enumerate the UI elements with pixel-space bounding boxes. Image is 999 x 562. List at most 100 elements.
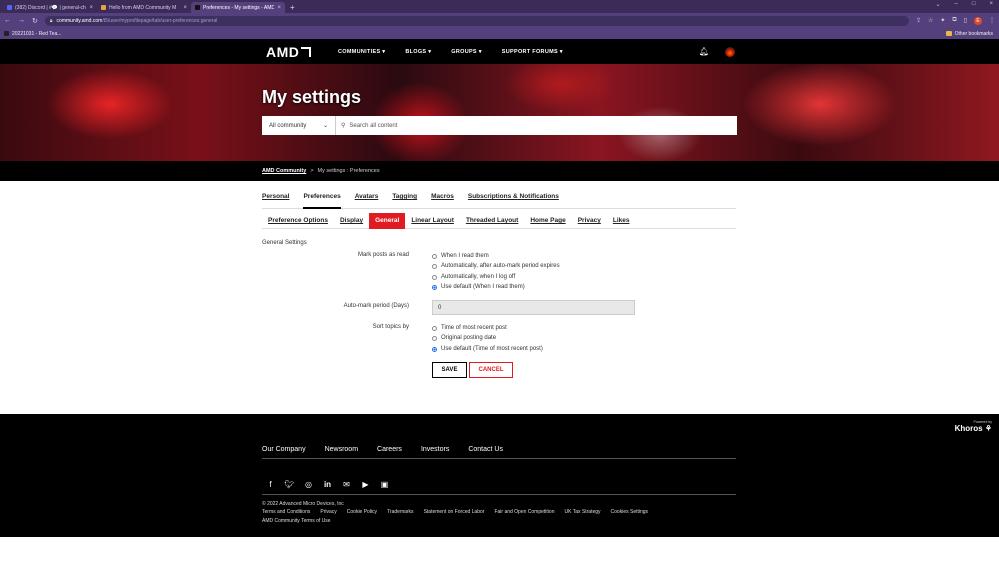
email-icon[interactable]: ✉	[342, 480, 351, 489]
nav-blogs[interactable]: BLOGS ▾	[405, 49, 431, 55]
radio-button[interactable]	[432, 253, 437, 259]
other-bookmarks[interactable]: Other bookmarks	[945, 31, 993, 37]
sort-option[interactable]: Original posting date	[432, 335, 496, 341]
legal-link[interactable]: Trademarks	[387, 509, 414, 515]
header-actions: 🔔︎	[699, 46, 735, 57]
breadcrumb-separator: >	[310, 168, 314, 174]
tab-subscriptions[interactable]: Subscriptions & Notifications	[468, 193, 559, 209]
mark-option[interactable]: Automatically, after auto-mark period ex…	[432, 263, 560, 269]
browser-tab[interactable]: Hello from AMD Community M ×	[97, 2, 191, 13]
auto-mark-period-input[interactable]: 0	[432, 300, 635, 315]
mark-option[interactable]: Automatically, when I log off	[432, 274, 515, 280]
save-button[interactable]: SAVE	[432, 362, 467, 378]
mark-option[interactable]: Use default (When I read them)	[432, 284, 525, 290]
breadcrumb-root-link[interactable]: AMD Community	[262, 168, 306, 174]
tab-avatars[interactable]: Avatars	[355, 193, 379, 209]
footer-link-careers[interactable]: Careers	[377, 446, 402, 453]
profile-avatar[interactable]: E	[974, 16, 982, 25]
back-icon[interactable]: ←	[4, 17, 11, 24]
breadcrumb: AMD Community > My settings : Preference…	[0, 161, 999, 181]
radio-button[interactable]	[432, 325, 437, 331]
footer-link-contact-us[interactable]: Contact Us	[468, 446, 503, 453]
forward-icon[interactable]: →	[18, 17, 25, 24]
legal-link[interactable]: UK Tax Strategy	[564, 509, 600, 515]
close-tab-icon[interactable]: ×	[89, 5, 93, 11]
chevron-down-icon: ⌄	[322, 123, 328, 129]
amd-favicon-icon	[101, 5, 106, 10]
subtab-linear-layout[interactable]: Linear Layout	[405, 213, 460, 229]
footer-link-newsroom[interactable]: Newsroom	[325, 446, 358, 453]
radio-button-selected[interactable]	[432, 284, 437, 290]
radio-button[interactable]	[432, 335, 437, 341]
extensions-puzzle-icon[interactable]: ⧉	[952, 17, 956, 24]
star-icon[interactable]: ☆	[928, 17, 933, 24]
tab-macros[interactable]: Macros	[431, 193, 454, 209]
linkedin-icon[interactable]: in	[323, 480, 332, 489]
browser-tab-active[interactable]: Preferences - My settings - AMD ×	[191, 2, 285, 13]
share-icon[interactable]: ⇪	[916, 17, 921, 24]
bookmark-item[interactable]: 20221031 - Red Tea...	[12, 31, 61, 37]
nav-groups[interactable]: GROUPS ▾	[451, 49, 482, 55]
community-terms-link[interactable]: AMD Community Terms of Use	[262, 518, 331, 524]
minimize-icon[interactable]: –	[955, 1, 958, 8]
discord-favicon-icon	[7, 5, 12, 10]
reload-icon[interactable]: ↻	[32, 17, 38, 25]
sort-option[interactable]: Use default (Time of most recent post)	[432, 346, 543, 352]
instagram-icon[interactable]: ◎	[304, 480, 313, 489]
facebook-icon[interactable]: f	[266, 480, 275, 489]
user-avatar[interactable]	[725, 46, 735, 57]
search-icon: ⚲	[341, 123, 346, 129]
subtab-preference-options[interactable]: Preference Options	[262, 213, 334, 229]
subtab-general[interactable]: General	[369, 212, 406, 229]
legal-link[interactable]: Statement on Forced Labor	[424, 509, 485, 515]
legal-link[interactable]: Fair and Open Competition	[494, 509, 554, 515]
extension-icon[interactable]: ✦	[940, 17, 945, 24]
radio-button[interactable]	[432, 263, 437, 269]
cancel-button[interactable]: CANCEL	[469, 362, 513, 378]
tab-tagging[interactable]: Tagging	[392, 193, 417, 209]
close-tab-icon[interactable]: ×	[277, 5, 281, 11]
subtab-likes[interactable]: Likes	[607, 213, 636, 229]
powered-by-khoros[interactable]: Powered by Khoros ⚘	[955, 420, 992, 433]
legal-link[interactable]: Privacy	[320, 509, 336, 515]
subtab-threaded-layout[interactable]: Threaded Layout	[460, 213, 524, 229]
mark-option[interactable]: When I read them	[432, 253, 489, 259]
youtube-icon[interactable]: ▶	[361, 480, 370, 489]
sidebar-icon[interactable]: ▯	[964, 17, 967, 24]
legal-link[interactable]: Terms and Conditions	[262, 509, 310, 515]
khoros-mark-icon: ⚘	[984, 424, 992, 433]
bell-icon[interactable]: 🔔︎	[699, 47, 709, 56]
close-window-icon[interactable]: ×	[989, 1, 993, 8]
twitter-icon[interactable]: 🐦︎	[284, 480, 294, 489]
footer-link-our-company[interactable]: Our Company	[262, 446, 306, 453]
close-tab-icon[interactable]: ×	[183, 5, 187, 11]
chevron-down-icon[interactable]: ⌄	[935, 1, 940, 8]
browser-tab[interactable]: (382) Discord | #💬 | general-ch ×	[3, 2, 97, 13]
amd-logo[interactable]: AMD	[266, 44, 338, 60]
search-input[interactable]: ⚲ Search all content	[336, 122, 737, 130]
radio-button-selected[interactable]	[432, 346, 437, 352]
search-scope-select[interactable]: All community ⌄	[262, 116, 336, 135]
twitch-icon[interactable]: ▣	[380, 480, 389, 489]
sort-option[interactable]: Time of most recent post	[432, 325, 507, 331]
auto-mark-period-label: Auto-mark period (Days)	[343, 303, 409, 309]
subtab-home-page[interactable]: Home Page	[524, 213, 571, 229]
radio-button[interactable]	[432, 274, 437, 280]
menu-icon[interactable]: ⋮	[989, 17, 995, 24]
maximize-icon[interactable]: □	[972, 1, 976, 8]
browser-toolbar: ← → ↻ 🔒︎ community.amd.com/t5/user/mypro…	[0, 13, 999, 28]
legal-link[interactable]: Cookies Settings	[611, 509, 649, 515]
subtab-display[interactable]: Display	[334, 213, 369, 229]
legal-link[interactable]: Cookie Policy	[347, 509, 377, 515]
footer-divider	[262, 494, 736, 495]
social-links: f 🐦︎ ◎ in ✉ ▶ ▣	[266, 480, 389, 489]
tab-personal[interactable]: Personal	[262, 193, 289, 209]
new-tab-button[interactable]: +	[285, 2, 300, 13]
subtab-privacy[interactable]: Privacy	[572, 213, 607, 229]
footer-link-investors[interactable]: Investors	[421, 446, 449, 453]
nav-support-forums[interactable]: SUPPORT FORUMS ▾	[502, 49, 563, 55]
nav-communities[interactable]: COMMUNITIES ▾	[338, 49, 385, 55]
address-bar[interactable]: 🔒︎ community.amd.com/t5/user/myprofilepa…	[44, 15, 909, 26]
bookmark-favicon-icon	[4, 31, 9, 36]
tab-preferences[interactable]: Preferences	[303, 193, 341, 209]
